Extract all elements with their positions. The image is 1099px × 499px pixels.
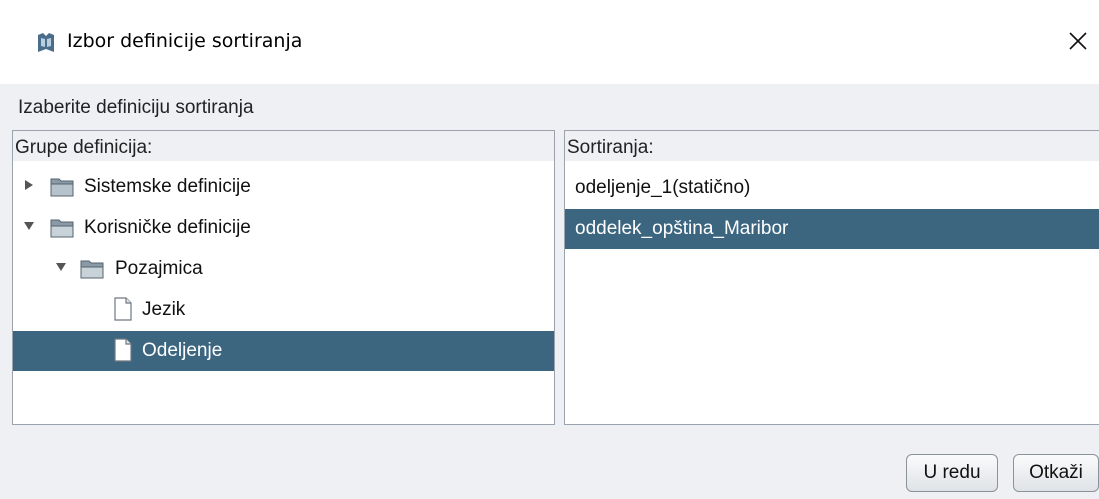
close-icon bbox=[1069, 32, 1087, 50]
app-icon bbox=[38, 33, 54, 52]
folder-open-icon bbox=[50, 219, 74, 238]
tree-node-jezik[interactable]: Jezik bbox=[13, 290, 554, 330]
tree-node-label: Pozajmica bbox=[115, 258, 203, 279]
cancel-button[interactable]: Otkaži bbox=[1013, 454, 1099, 492]
folder-open-icon bbox=[80, 260, 104, 279]
tree-node-korisnicke-definicije[interactable]: Korisničke definicije bbox=[13, 208, 554, 248]
sortings-header: Sortiranja: bbox=[565, 131, 1099, 161]
tree-node-pozajmica[interactable]: Pozajmica bbox=[13, 249, 554, 289]
list-item-label: odeljenje_1(statično) bbox=[575, 177, 751, 198]
tree-node-label: Jezik bbox=[142, 299, 186, 320]
title-bar: Izbor definicije sortiranja bbox=[0, 0, 1099, 84]
list-item[interactable]: odeljenje_1(statično) bbox=[565, 168, 1099, 208]
list-item-label: oddelek_opština_Maribor bbox=[575, 218, 789, 239]
definition-groups-header: Grupe definicija: bbox=[13, 131, 554, 161]
tree-node-label: Odeljenje bbox=[142, 340, 223, 361]
document-icon bbox=[114, 338, 132, 362]
close-button[interactable] bbox=[1060, 24, 1096, 60]
tree-node-sistemske-definicije[interactable]: Sistemske definicije bbox=[13, 167, 554, 207]
tree-node-odeljenje[interactable]: Odeljenje bbox=[13, 331, 554, 371]
folder-icon bbox=[50, 178, 74, 197]
tree-node-label: Korisničke definicije bbox=[84, 217, 251, 238]
tree-node-label: Sistemske definicije bbox=[84, 176, 251, 197]
window-title: Izbor definicije sortiranja bbox=[67, 30, 303, 52]
dialog-prompt: Izaberite definiciju sortiranja bbox=[18, 97, 254, 118]
expand-arrow-icon[interactable] bbox=[23, 179, 35, 191]
ok-button[interactable]: U redu bbox=[906, 454, 998, 492]
sortings-panel: Sortiranja: odeljenje_1(statično) oddele… bbox=[564, 130, 1099, 425]
dialog-content: Izaberite definiciju sortiranja Grupe de… bbox=[0, 84, 1099, 499]
collapse-arrow-icon[interactable] bbox=[55, 261, 67, 273]
definition-groups-panel: Grupe definicija: Sistemske definicije K… bbox=[12, 130, 555, 425]
list-item-selected[interactable]: oddelek_opština_Maribor bbox=[565, 209, 1099, 249]
collapse-arrow-icon[interactable] bbox=[23, 220, 35, 232]
document-icon bbox=[114, 297, 132, 321]
